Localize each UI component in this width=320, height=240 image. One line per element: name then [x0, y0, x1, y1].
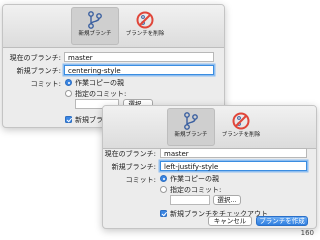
- delete-branch-icon: [232, 112, 250, 130]
- branch-icon: [88, 11, 102, 29]
- new-branch-input[interactable]: left-justify-style: [160, 161, 307, 171]
- current-branch-label: 現在のブランチ:: [9, 54, 61, 62]
- working-copy-parent-radio[interactable]: [160, 175, 167, 182]
- specified-commit-radio[interactable]: [65, 90, 72, 97]
- new-branch-label: 新規ブランチ:: [111, 163, 156, 171]
- cancel-button[interactable]: キャンセル: [208, 216, 252, 226]
- current-branch-label: 現在のブランチ:: [104, 150, 156, 158]
- new-branch-label: 新規ブランチ:: [16, 67, 61, 75]
- new-branch-input[interactable]: centering-style: [64, 65, 214, 75]
- delete-branch-tab-label: ブランチを削除: [221, 132, 261, 138]
- delete-branch-tab[interactable]: ブランチを削除: [217, 108, 265, 146]
- commit-id-field[interactable]: [170, 195, 210, 205]
- commit-label: コミット:: [30, 80, 61, 88]
- select-commit-button[interactable]: 選択...: [213, 195, 241, 205]
- working-copy-parent-label: 作業コピーの親: [170, 175, 219, 183]
- dialog-toolbar: 新規ブランチ ブランチを削除: [103, 106, 316, 149]
- specified-commit-label: 指定のコミット:: [170, 186, 222, 194]
- commit-label: コミット:: [125, 176, 156, 184]
- branch-icon: [184, 112, 198, 130]
- create-branch-button[interactable]: ブランチを作成: [256, 216, 308, 226]
- delete-branch-tab[interactable]: ブランチを削除: [121, 7, 169, 45]
- new-branch-tab[interactable]: 新規ブランチ: [167, 108, 215, 146]
- create-branch-dialog-2: 新規ブランチ ブランチを削除 現在のブランチ: master 新規ブランチ: l…: [102, 105, 317, 229]
- specified-commit-label: 指定のコミット:: [75, 90, 127, 98]
- current-branch-field: master: [160, 148, 307, 158]
- dialog-toolbar: 新規ブランチ ブランチを削除: [3, 5, 224, 48]
- working-copy-parent-radio[interactable]: [65, 79, 72, 86]
- new-branch-tab[interactable]: 新規ブランチ: [71, 7, 119, 45]
- new-branch-tab-label: 新規ブランチ: [78, 31, 112, 37]
- specified-commit-radio[interactable]: [160, 186, 167, 193]
- new-branch-tab-label: 新規ブランチ: [174, 132, 208, 138]
- checkout-new-branch-checkbox[interactable]: [65, 116, 72, 123]
- page-number: 160: [300, 229, 314, 237]
- delete-branch-tab-label: ブランチを削除: [125, 31, 165, 37]
- delete-branch-icon: [136, 11, 154, 29]
- current-branch-field: master: [64, 52, 214, 62]
- working-copy-parent-label: 作業コピーの親: [75, 79, 124, 87]
- checkout-new-branch-checkbox[interactable]: [160, 210, 167, 217]
